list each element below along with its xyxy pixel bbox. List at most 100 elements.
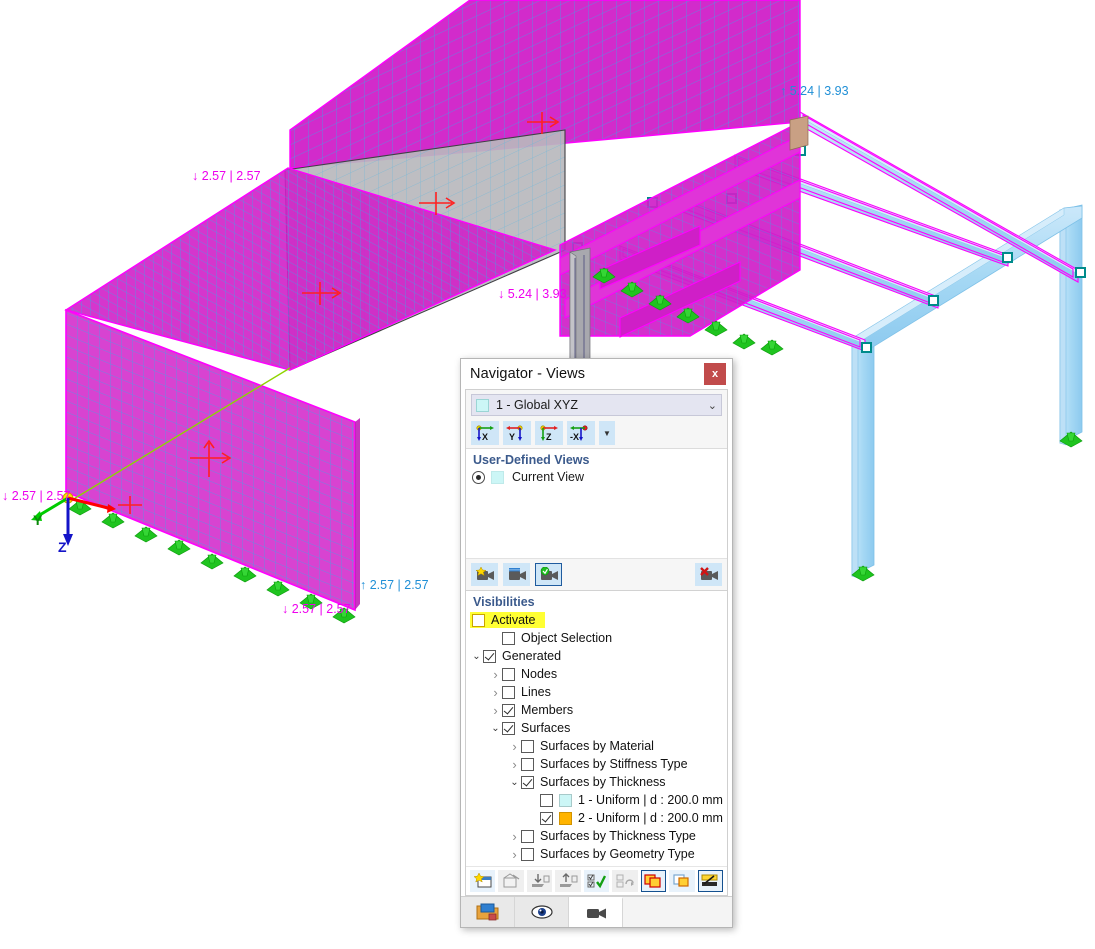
tree-item[interactable]: › Surfaces by Stiffness Type — [466, 755, 727, 773]
checkbox-unchecked-icon[interactable] — [502, 667, 515, 681]
navigator-title: Navigator - Views — [470, 366, 586, 382]
tree-item[interactable]: ⌄ Generated — [466, 647, 727, 665]
checkbox-unchecked-icon[interactable] — [502, 631, 515, 645]
view-xy-button[interactable]: Z — [535, 421, 563, 445]
current-view-label: Current View — [512, 470, 585, 484]
view-select[interactable]: 1 - Global XYZ ⌄ — [471, 394, 722, 416]
checkbox-unchecked-icon[interactable] — [521, 865, 534, 866]
export-visibility-button[interactable] — [555, 870, 581, 892]
more-views-dropdown-icon[interactable]: ▼ — [599, 421, 615, 445]
radio-icon[interactable] — [472, 470, 485, 484]
tree-item[interactable]: › Surfaces by Thickness Type — [466, 827, 727, 845]
checkbox-checked-icon[interactable] — [502, 703, 515, 717]
show-all-objects-button[interactable] — [640, 870, 667, 892]
views-section: 1 - Global XYZ ⌄ X Y Z -X ▼ — [466, 390, 727, 449]
tree-item[interactable]: › Lines — [466, 683, 727, 701]
tree-item[interactable]: ⌄ Surfaces — [466, 719, 727, 737]
reset-visibility-button[interactable] — [612, 870, 638, 892]
tree-item-content: › Surfaces by Material — [508, 739, 654, 754]
visibilities-section: Visibilities Activate Object Selection ⌄ Ge… — [466, 591, 727, 866]
tab-project-navigator[interactable] — [461, 897, 515, 927]
tree-item[interactable]: › Members — [466, 701, 727, 719]
tree-item-label: Nodes — [521, 667, 558, 681]
update-view-button[interactable] — [535, 563, 562, 586]
axis-label-y: Y — [33, 512, 43, 528]
navigator-tabs-filler — [623, 897, 732, 927]
apply-visibility-button[interactable] — [583, 870, 610, 892]
tree-item-content: › Members — [489, 703, 573, 718]
tree-item[interactable]: ⌄ Surfaces by Thickness — [466, 773, 727, 791]
tree-item-label: 1 - Uniform | d : 200.0 mm | ... — [578, 793, 727, 807]
checkbox-unchecked-icon[interactable] — [540, 793, 553, 807]
tree-item-label: Members — [521, 703, 574, 717]
tree-item-label: Surfaces by Thickness — [540, 775, 666, 789]
checkbox-unchecked-icon[interactable] — [521, 829, 534, 843]
checkbox-checked-icon[interactable] — [521, 775, 534, 789]
chevron-right-icon[interactable]: › — [508, 757, 521, 772]
tree-item-label: Surfaces — [521, 721, 571, 735]
chevron-right-icon[interactable]: › — [489, 667, 502, 682]
chevron-right-icon[interactable]: › — [508, 739, 521, 754]
tree-item-label: Surfaces by Material — [540, 739, 654, 753]
viewport-label-1: ↓ 2.57 | 2.57 — [192, 169, 261, 183]
tree-item-content: Object Selection — [489, 631, 612, 645]
chevron-right-icon[interactable]: › — [489, 685, 502, 700]
svg-text:Z: Z — [546, 432, 552, 442]
checkbox-checked-icon[interactable] — [540, 811, 553, 825]
tab-display-navigator[interactable] — [515, 897, 569, 927]
checkbox-unchecked-icon[interactable] — [502, 685, 515, 699]
tree-item-content: ⌄ Surfaces — [489, 721, 570, 735]
viewport-label-4: ↑ 2.57 | 2.57 — [360, 578, 429, 592]
visibilities-tree[interactable]: Activate Object Selection ⌄ Generated › Nodes… — [466, 611, 727, 866]
chevron-right-icon[interactable]: › — [489, 703, 502, 718]
view-yz-button[interactable]: Y — [503, 421, 531, 445]
new-view-button[interactable] — [471, 563, 498, 586]
tree-item[interactable]: › Surfaces by Material — [466, 737, 727, 755]
checkbox-checked-icon[interactable] — [483, 649, 496, 663]
axis-label-z: Z — [58, 539, 67, 555]
checkbox-unchecked-icon[interactable] — [521, 757, 534, 771]
svg-text:X: X — [482, 432, 488, 442]
show-selected-objects-button[interactable] — [669, 870, 695, 892]
tree-item[interactable]: Activate — [466, 611, 727, 629]
checkbox-unchecked-icon[interactable] — [521, 739, 534, 753]
svg-text:-X: -X — [570, 432, 579, 442]
tree-item[interactable]: › Nodes — [466, 665, 727, 683]
tree-item-content: ⌄ Surfaces by Thickness — [508, 775, 666, 789]
import-visibility-button[interactable] — [526, 870, 553, 892]
navigator-titlebar[interactable]: Navigator - Views x — [461, 359, 732, 389]
checkbox-unchecked-icon[interactable] — [472, 613, 485, 627]
tree-item-content: › Surfaces by Stiffness Type — [508, 757, 687, 772]
hide-objects-button[interactable] — [697, 870, 723, 892]
tree-item[interactable]: › Surfaces by Geometry Type — [466, 845, 727, 863]
close-icon[interactable]: x — [704, 363, 726, 385]
chevron-down-icon[interactable]: ⌄ — [470, 651, 483, 662]
view-list-button[interactable] — [503, 563, 530, 586]
chevron-down-icon[interactable]: ⌄ — [708, 399, 717, 412]
tree-item-content: ⌄ Generated — [470, 649, 561, 663]
user-defined-views-heading: User-Defined Views — [473, 453, 590, 467]
tree-item-content: 1 - Uniform | d : 200.0 mm | ... — [527, 793, 727, 807]
chevron-right-icon[interactable]: › — [508, 829, 521, 844]
navigator-views-panel[interactable]: Navigator - Views x 1 - Global XYZ ⌄ X Y… — [460, 358, 733, 928]
edit-visibility-button[interactable] — [498, 870, 524, 892]
tree-item-label: Surfaces by Thickness Type — [540, 829, 696, 843]
tree-item-label: Generated — [502, 649, 562, 663]
view-select-value: 1 - Global XYZ — [496, 398, 578, 412]
tree-item[interactable]: Object Selection — [466, 629, 727, 647]
user-defined-view-item[interactable]: Current View — [466, 469, 727, 486]
chevron-down-icon[interactable]: ⌄ — [508, 777, 521, 788]
checkbox-checked-icon[interactable] — [502, 721, 515, 735]
delete-view-button[interactable] — [695, 563, 722, 586]
chevron-right-icon[interactable]: › — [508, 847, 521, 862]
tab-views-navigator[interactable] — [569, 897, 623, 927]
member-column-rear-right — [1059, 204, 1083, 448]
new-visibility-button[interactable] — [470, 870, 496, 892]
chevron-down-icon[interactable]: ⌄ — [489, 723, 502, 734]
tree-item[interactable]: 1 - Uniform | d : 200.0 mm | ... — [466, 791, 727, 809]
tree-item[interactable]: 2 - Uniform | d : 200.0 mm | ... — [466, 809, 727, 827]
view-neg-x-button[interactable]: -X — [567, 421, 595, 445]
checkbox-unchecked-icon[interactable] — [521, 847, 534, 861]
navigator-tabs[interactable] — [461, 896, 732, 927]
view-xz-button[interactable]: X — [471, 421, 499, 445]
